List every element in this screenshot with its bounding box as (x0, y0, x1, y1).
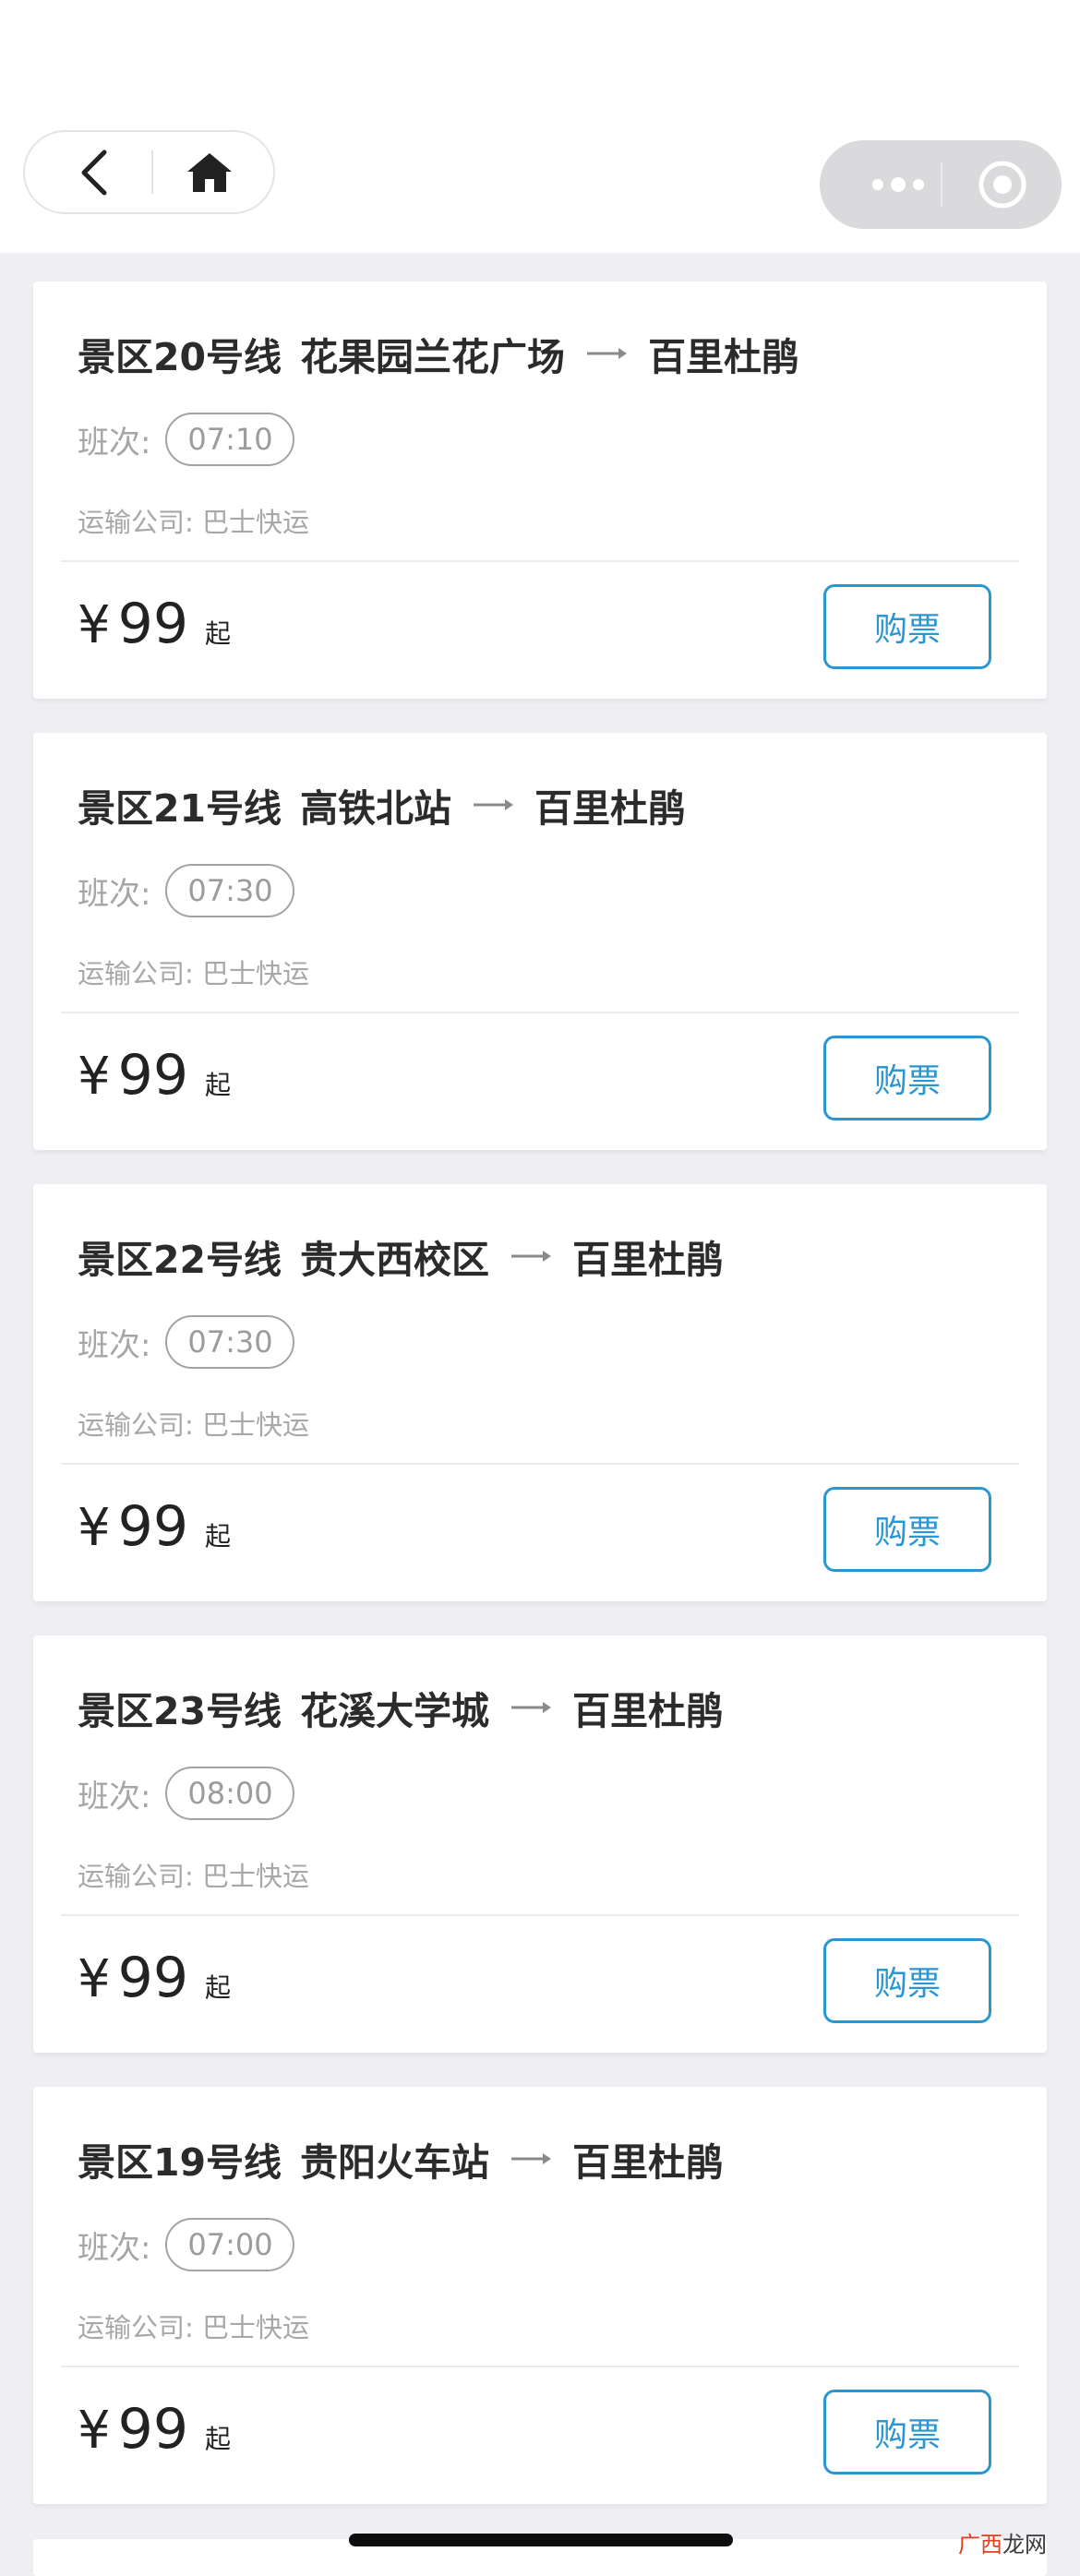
price-value: 99 (117, 2397, 188, 2462)
back-button[interactable] (62, 132, 126, 212)
line-name: 景区20号线 (78, 335, 282, 379)
origin: 贵阳火车站 (300, 2140, 490, 2185)
miniprogram-capsule (820, 140, 1062, 229)
route-card: 景区22号线 贵大西校区 百里杜鹃 班次: 07:30 运输公司: 巴士快运 ¥… (33, 1184, 1047, 1601)
line-name: 景区19号线 (78, 2140, 282, 2185)
target-circle-icon (978, 161, 1026, 209)
schedule-label: 班次: (78, 1778, 151, 1815)
destination: 百里杜鹃 (572, 1689, 725, 1733)
transport-company: 运输公司: 巴士快运 (78, 2312, 309, 2343)
buy-ticket-button[interactable]: 购票 (823, 2390, 991, 2474)
route-card: 景区20号线 花果园兰花广场 百里杜鹃 班次: 07:10 运输公司: 巴士快运… (33, 282, 1047, 699)
more-dots-icon (913, 179, 924, 190)
departure-time-chip[interactable]: 07:00 (165, 2218, 295, 2271)
watermark-part2: 龙网 (1002, 2532, 1047, 2558)
currency-symbol: ¥ (78, 1498, 111, 1558)
currency-symbol: ¥ (78, 595, 111, 655)
divider (61, 1914, 1019, 1916)
home-indicator[interactable] (349, 2534, 733, 2546)
destination: 百里杜鹃 (648, 335, 800, 379)
more-button[interactable] (857, 140, 940, 229)
transport-company: 运输公司: 巴士快运 (78, 958, 309, 989)
buy-ticket-button[interactable]: 购票 (823, 584, 991, 669)
departure-time-chip[interactable]: 07:10 (165, 413, 295, 466)
top-bar (0, 0, 1080, 253)
line-name: 景区21号线 (78, 786, 282, 831)
divider (61, 1012, 1019, 1013)
price-value: 99 (117, 1494, 188, 1559)
schedule-label: 班次: (78, 2229, 151, 2267)
destination: 百里杜鹃 (572, 1238, 725, 1282)
price-suffix: 起 (205, 618, 232, 649)
price-suffix: 起 (205, 1070, 232, 1100)
schedule-row: 班次: 07:30 (78, 862, 295, 919)
route-card: 景区19号线 贵阳火车站 百里杜鹃 班次: 07:00 运输公司: 巴士快运 ¥… (33, 2087, 1047, 2504)
arrow-right-icon (511, 2153, 552, 2164)
price-suffix: 起 (205, 1521, 232, 1552)
arrow-right-icon (587, 348, 628, 359)
arrow-right-icon (511, 1702, 552, 1713)
transport-company: 运输公司: 巴士快运 (78, 507, 309, 538)
chevron-left-icon (81, 150, 107, 195)
more-dots-icon (891, 177, 906, 192)
currency-symbol: ¥ (78, 1047, 111, 1107)
divider (61, 1463, 1019, 1465)
price: ¥ 99 起 (78, 592, 231, 665)
buy-ticket-button[interactable]: 购票 (823, 1487, 991, 1572)
schedule-label: 班次: (78, 875, 151, 913)
line-name: 景区22号线 (78, 1238, 282, 1282)
divider (61, 2366, 1019, 2367)
divider (61, 560, 1019, 562)
schedule-row: 班次: 08:00 (78, 1765, 295, 1822)
currency-symbol: ¥ (78, 2401, 111, 2461)
price: ¥ 99 起 (78, 1946, 231, 2019)
origin: 贵大西校区 (300, 1238, 490, 1282)
departure-time-chip[interactable]: 07:30 (165, 1315, 295, 1369)
origin: 花果园兰花广场 (300, 335, 566, 379)
arrow-right-icon (474, 799, 514, 810)
price-suffix: 起 (205, 2424, 232, 2454)
route-card: 景区21号线 高铁北站 百里杜鹃 班次: 07:30 运输公司: 巴士快运 ¥ … (33, 733, 1047, 1150)
price-value: 99 (117, 1043, 188, 1108)
origin: 高铁北站 (300, 786, 452, 831)
route-title: 景区22号线 贵大西校区 百里杜鹃 (78, 1228, 724, 1284)
price: ¥ 99 起 (78, 1043, 231, 1117)
capsule-divider (941, 162, 942, 207)
price: ¥ 99 起 (78, 2397, 231, 2471)
currency-symbol: ¥ (78, 1949, 111, 2009)
route-card: 景区23号线 花溪大学城 百里杜鹃 班次: 08:00 运输公司: 巴士快运 ¥… (33, 1635, 1047, 2053)
destination: 百里杜鹃 (572, 2140, 725, 2185)
line-name: 景区23号线 (78, 1689, 282, 1733)
destination: 百里杜鹃 (534, 786, 687, 831)
arrow-right-icon (511, 1251, 552, 1262)
origin: 花溪大学城 (300, 1689, 490, 1733)
transport-company: 运输公司: 巴士快运 (78, 1861, 309, 1892)
price-value: 99 (117, 592, 188, 656)
route-title: 景区21号线 高铁北站 百里杜鹃 (78, 777, 686, 833)
schedule-label: 班次: (78, 424, 151, 461)
nav-divider (151, 150, 153, 194)
buy-ticket-button[interactable]: 购票 (823, 1938, 991, 2023)
transport-company: 运输公司: 巴士快运 (78, 1409, 309, 1441)
schedule-row: 班次: 07:10 (78, 411, 295, 468)
home-button[interactable] (173, 132, 246, 212)
schedule-row: 班次: 07:30 (78, 1313, 295, 1371)
price-value: 99 (117, 1946, 188, 2010)
watermark-part1: 广西 (958, 2532, 1002, 2558)
route-title: 景区19号线 贵阳火车站 百里杜鹃 (78, 2131, 724, 2187)
home-icon (187, 152, 232, 192)
buy-ticket-button[interactable]: 购票 (823, 1036, 991, 1120)
nav-capsule (23, 130, 275, 214)
more-dots-icon (872, 179, 883, 190)
price-suffix: 起 (205, 1972, 232, 2003)
site-watermark: 广西龙网 (958, 2526, 1047, 2558)
close-miniprogram-button[interactable] (977, 159, 1028, 210)
departure-time-chip[interactable]: 07:30 (165, 864, 295, 917)
route-title: 景区23号线 花溪大学城 百里杜鹃 (78, 1680, 724, 1735)
price: ¥ 99 起 (78, 1494, 231, 1568)
route-title: 景区20号线 花果园兰花广场 百里杜鹃 (78, 326, 799, 381)
schedule-row: 班次: 07:00 (78, 2216, 295, 2273)
schedule-label: 班次: (78, 1326, 151, 1364)
departure-time-chip[interactable]: 08:00 (165, 1767, 295, 1820)
